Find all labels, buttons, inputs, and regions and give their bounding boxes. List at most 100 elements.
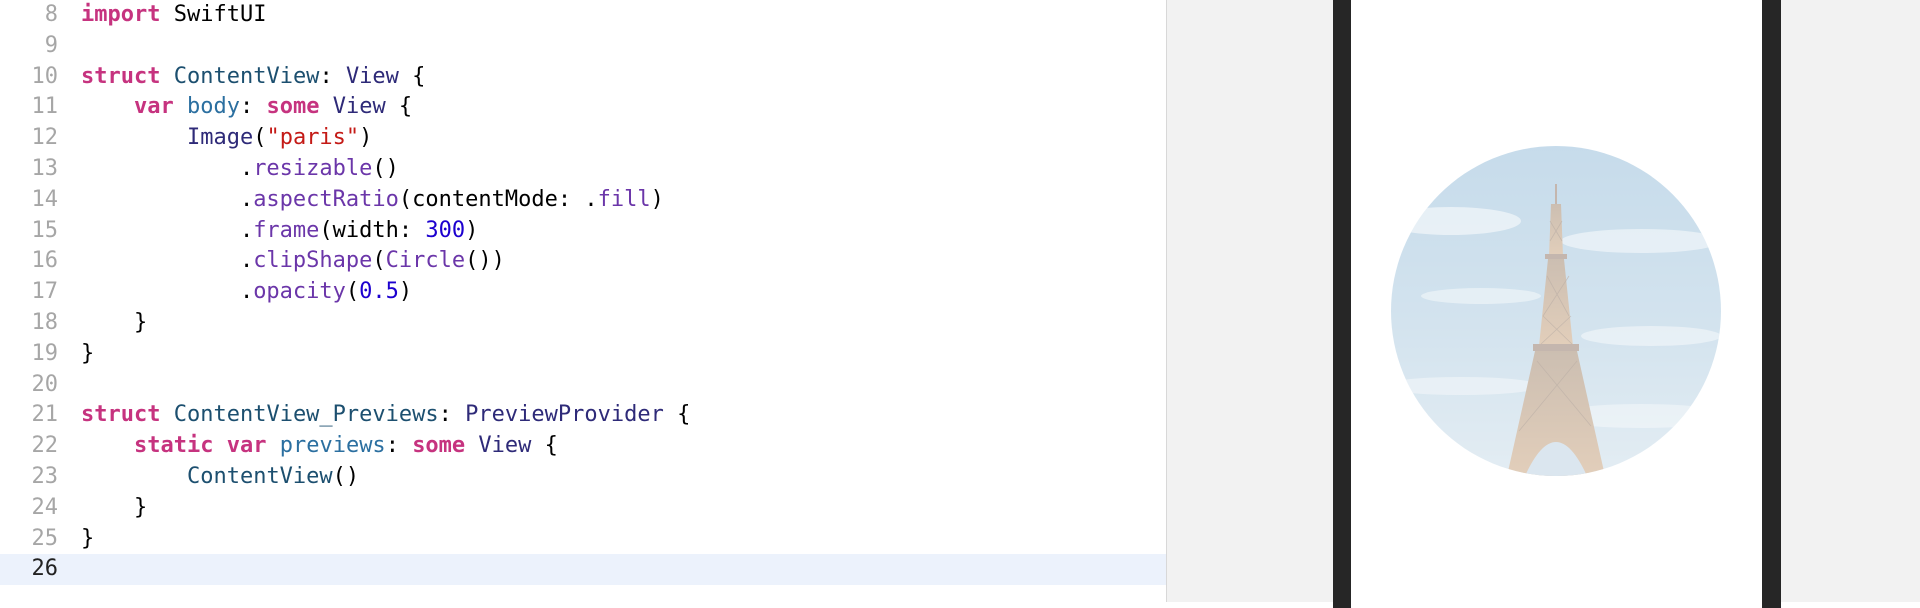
- code-text[interactable]: }: [81, 308, 147, 339]
- code-token: }: [81, 494, 148, 520]
- code-token: Circle: [385, 248, 466, 274]
- line-number: 22: [31, 433, 59, 459]
- code-text[interactable]: static var previews: some View {: [81, 431, 558, 462]
- line-number: 18: [31, 309, 59, 335]
- code-line[interactable]: 12 Image("paris"): [0, 123, 1166, 154]
- code-token: :: [385, 433, 413, 459]
- line-number: 8: [44, 2, 58, 27]
- eiffel-tower-image: [1391, 146, 1721, 476]
- code-token: :: [239, 94, 267, 120]
- line-number: 20: [31, 371, 59, 397]
- code-text[interactable]: struct ContentView_Previews: PreviewProv…: [81, 400, 690, 431]
- code-text[interactable]: .clipShape(Circle()): [81, 246, 505, 277]
- code-token: clipShape: [253, 248, 373, 274]
- code-token: struct: [81, 402, 161, 428]
- code-token: some: [266, 94, 320, 120]
- code-text[interactable]: }: [81, 339, 94, 370]
- code-token: ): [465, 217, 479, 243]
- line-number: 13: [31, 155, 59, 181]
- code-text[interactable]: var body: some View {: [81, 92, 412, 123]
- line-number: 23: [31, 463, 59, 489]
- code-token: opacity: [253, 279, 346, 305]
- code-token: Image: [186, 125, 254, 151]
- code-line[interactable]: 13 .resizable(): [0, 154, 1166, 185]
- code-token: (: [372, 248, 386, 274]
- line-number: 25: [31, 525, 59, 551]
- code-text[interactable]: }: [81, 524, 94, 555]
- code-line[interactable]: 9: [0, 31, 1166, 62]
- code-token: View: [345, 63, 399, 89]
- code-token: :: [319, 63, 346, 89]
- code-text[interactable]: .resizable(): [81, 154, 399, 185]
- code-token: :: [438, 402, 466, 428]
- code-text[interactable]: }: [81, 493, 147, 524]
- code-text[interactable]: struct ContentView: View {: [81, 62, 425, 93]
- code-line[interactable]: 20: [0, 370, 1166, 401]
- code-token: ): [398, 279, 413, 305]
- code-text[interactable]: .aspectRatio(contentMode: .fill): [81, 185, 664, 216]
- device-screen: [1351, 0, 1762, 608]
- line-number: 17: [31, 279, 59, 305]
- eiffel-tower-icon: [1391, 146, 1721, 476]
- code-token: (: [345, 279, 360, 305]
- code-line[interactable]: 16 .clipShape(Circle()): [0, 246, 1166, 277]
- code-line[interactable]: 26: [0, 554, 1166, 586]
- code-token: (contentMode: .: [398, 186, 598, 212]
- code-token: ()): [465, 248, 505, 274]
- code-text[interactable]: .opacity(0.5): [81, 277, 412, 308]
- code-token: PreviewProvider: [465, 402, 664, 428]
- preview-canvas: [1166, 0, 1920, 608]
- code-token: 300: [425, 217, 466, 243]
- code-line[interactable]: 19}: [0, 339, 1166, 370]
- code-line[interactable]: 11 var body: some View {: [0, 92, 1166, 123]
- code-token: 0.5: [359, 279, 399, 305]
- code-token: }: [81, 309, 148, 335]
- line-number: 19: [31, 340, 59, 366]
- code-token: {: [398, 63, 426, 89]
- code-line[interactable]: 14 .aspectRatio(contentMode: .fill): [0, 185, 1166, 216]
- code-line[interactable]: 21 struct ContentView_Previews: PreviewPr…: [0, 400, 1166, 431]
- code-line[interactable]: 15 .frame(width: 300): [0, 216, 1166, 247]
- code-line[interactable]: 18 }: [0, 308, 1166, 339]
- code-token: .: [81, 155, 254, 181]
- code-token: (: [253, 125, 267, 151]
- code-text[interactable]: ContentView(): [81, 462, 359, 493]
- code-token: previews: [279, 433, 386, 459]
- code-line[interactable]: 8 import SwiftUI: [0, 0, 1166, 31]
- line-number: 21: [31, 402, 59, 428]
- code-line[interactable]: 25}: [0, 524, 1166, 555]
- code-token: {: [531, 433, 558, 459]
- code-line[interactable]: 23 ContentView(): [0, 462, 1166, 493]
- code-editor[interactable]: 8 import SwiftUI 9 10 struct ContentView: Vi…: [0, 0, 1166, 602]
- code-text[interactable]: Image("paris"): [81, 123, 372, 154]
- code-token: .: [81, 186, 254, 212]
- code-token: resizable: [253, 155, 373, 181]
- code-line[interactable]: 24 }: [0, 493, 1166, 524]
- code-token: (width:: [319, 217, 426, 243]
- line-number: 12: [31, 125, 59, 151]
- code-text[interactable]: .frame(width: 300): [81, 216, 478, 247]
- code-line[interactable]: 17 .opacity(0.5): [0, 277, 1166, 308]
- code-token: SwiftUI: [160, 2, 267, 27]
- code-text[interactable]: import SwiftUI: [81, 0, 266, 31]
- code-token: .: [81, 279, 254, 305]
- code-line[interactable]: 10 struct ContentView: View {: [0, 62, 1166, 93]
- code-token: fill: [597, 186, 651, 212]
- line-number: 14: [31, 186, 59, 212]
- code-line[interactable]: 22 static var previews: some View {: [0, 431, 1166, 462]
- code-token: ContentView_Previews: [173, 402, 439, 428]
- code-token: body: [186, 94, 240, 120]
- code-token: {: [663, 402, 691, 428]
- code-token: ): [650, 186, 664, 212]
- code-token: ContentView: [186, 463, 333, 489]
- line-number: 24: [31, 494, 59, 520]
- code-token: (): [332, 463, 360, 489]
